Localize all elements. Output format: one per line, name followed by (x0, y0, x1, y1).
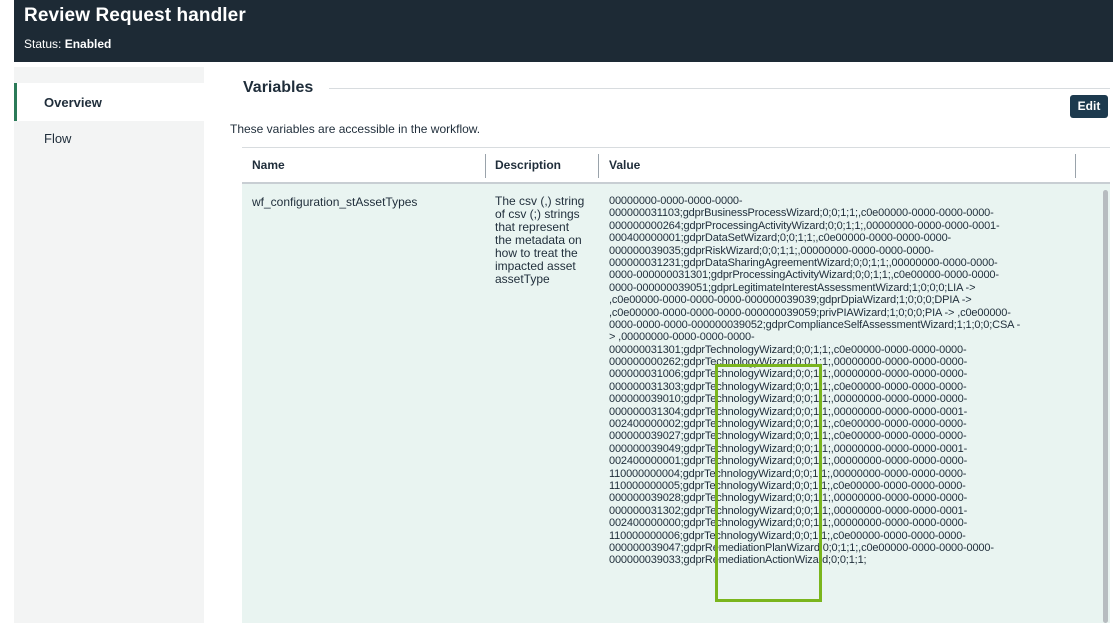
column-header-value[interactable]: Value (609, 148, 640, 183)
value-line: 002400000001;gdprTechnologyWizard;0;0;1;… (609, 455, 968, 468)
value-line: 000000031103;gdprBusinessProcessWizard;0… (609, 207, 994, 220)
value-line: 000000039010;gdprTechnologyWizard;0;0;1;… (609, 393, 968, 406)
column-divider[interactable] (598, 154, 599, 178)
sidebar-item-label: Overview (44, 95, 102, 110)
value-line: 0000-000000031301;gdprProcessingActivity… (609, 269, 999, 282)
status-value: Enabled (64, 37, 112, 51)
value-line: 000000031231;gdprDataSharingAgreementWiz… (609, 256, 998, 269)
sidebar-item-flow[interactable]: Flow (14, 119, 204, 157)
value-line: 000000031304;gdprTechnologyWizard;0;0;1;… (609, 405, 968, 418)
value-line: 000000000264;gdprProcessingActivityWizar… (609, 219, 1000, 232)
value-line: 000000039035;gdprRiskWizard;0;0;1;1;,000… (609, 244, 934, 257)
sidebar-item-label: Flow (44, 131, 72, 146)
value-line: > ,00000000-0000-0000-0000- (609, 331, 755, 344)
value-line: 110000000004;gdprTechnologyWizard;0;0;1;… (609, 467, 967, 480)
value-line: 000000039047;gdprRemediationPlanWizard;0… (609, 541, 994, 554)
value-line: 000000031302;gdprTechnologyWizard;0;0;1;… (609, 504, 968, 517)
variable-name: wf_configuration_stAssetTypes (252, 195, 418, 209)
column-divider[interactable] (485, 154, 486, 178)
value-line: ,c0e00000-0000-0000-0000-000000039039;gd… (609, 294, 972, 307)
column-header-description[interactable]: Description (495, 148, 561, 183)
variable-value: 00000000-0000-0000-0000- 000000031103;gdp… (609, 195, 1079, 623)
highlight-box (715, 364, 822, 602)
main-content: Variables Edit These variables are acces… (204, 67, 1113, 623)
scrollbar[interactable] (1103, 190, 1108, 623)
status-line: Status: Enabled (24, 37, 111, 51)
page-title: Review Request handler (24, 5, 246, 26)
section-title: Variables (243, 79, 314, 96)
value-line: 000000000262;gdprTechnologyWizard;0;0;1;… (609, 356, 968, 369)
section-divider (329, 88, 1110, 89)
value-line: 000000039049;gdprTechnologyWizard;0;0;1;… (609, 442, 968, 455)
table-row[interactable]: wf_configuration_stAssetTypes The csv (,… (242, 184, 1110, 623)
status-label: Status: (24, 37, 62, 51)
value-line: 000000031301;gdprTechnologyWizard;0;0;1;… (609, 343, 967, 356)
sidebar-item-overview[interactable]: Overview (14, 83, 204, 121)
column-divider[interactable] (1075, 154, 1076, 178)
value-line: 000000031303;gdprTechnologyWizard;0;0;1;… (609, 380, 967, 393)
value-line: 000000031006;gdprTechnologyWizard;0;0;1;… (609, 368, 968, 381)
value-line: 000400000001;gdprDataSetWizard;0;0;1;1;,… (609, 232, 952, 245)
value-line: 002400000002;gdprTechnologyWizard;0;0;1;… (609, 418, 967, 431)
value-line: 110000000005;gdprTechnologyWizard;0;0;1;… (609, 479, 966, 492)
page-header: Review Request handler Status: Enabled (14, 0, 1113, 62)
edit-button[interactable]: Edit (1070, 95, 1108, 118)
section-description: These variables are accessible in the wo… (230, 122, 481, 136)
value-line: 000000039027;gdprTechnologyWizard;0;0;1;… (609, 430, 967, 443)
value-line: 002400000000;gdprTechnologyWizard;0;0;1;… (609, 517, 968, 530)
value-line: 0000-000000039051;gdprLegitimateInterest… (609, 281, 976, 294)
value-line: 000000039033;gdprRemediationActionWizard… (609, 554, 867, 567)
value-line: ,c0e00000-0000-0000-0000-000000039059;pr… (609, 306, 1011, 319)
value-line: 00000000-0000-0000-0000- (609, 195, 743, 207)
sidebar: Overview Flow (14, 67, 204, 623)
value-line: 110000000006;gdprTechnologyWizard;0;0;1;… (609, 529, 966, 542)
table-header: Name Description Value (242, 147, 1110, 184)
value-line: 000000039028;gdprTechnologyWizard;0;0;1;… (609, 492, 968, 505)
variable-description: The csv (,) string of csv (;) strings th… (495, 194, 585, 286)
column-header-name[interactable]: Name (252, 148, 285, 183)
value-line: 0000-0000-0000-000000039052;gdprComplian… (609, 318, 1021, 331)
variables-table: Name Description Value wf_configuration_… (242, 147, 1110, 623)
